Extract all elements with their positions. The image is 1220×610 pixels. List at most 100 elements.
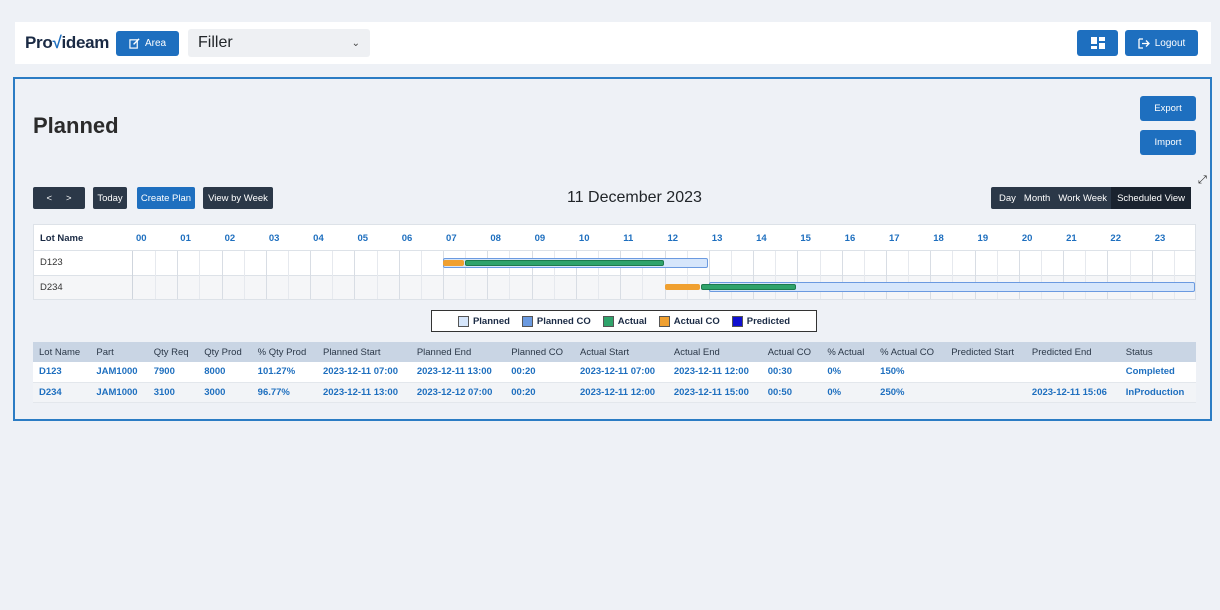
gantt-header: Lot Name 00 01 02 03 04 05 06 07 08 09 10 11 12 13 14 1… bbox=[34, 225, 1195, 251]
grid-line bbox=[155, 251, 157, 299]
provideam-logo[interactable]: Pro√ideam bbox=[25, 33, 109, 53]
table-cell bbox=[945, 362, 1026, 383]
table-cell: 3000 bbox=[198, 382, 252, 403]
table-cell: 96.77% bbox=[251, 382, 317, 403]
table-cell: 2023-12-11 12:00 bbox=[667, 362, 762, 383]
table-body: D123 JAM1000 7900 8000 101.27% 2023-12-11 07:… bbox=[33, 362, 1196, 403]
hour-label: 10 bbox=[578, 233, 590, 244]
legend-label: Predicted bbox=[746, 315, 791, 327]
legend-swatch bbox=[602, 315, 614, 327]
logout-label: Logout bbox=[1154, 37, 1186, 49]
legend-item: Predicted bbox=[731, 315, 791, 327]
view-day[interactable]: Day bbox=[991, 187, 1020, 209]
table-column-header[interactable]: Planned End bbox=[410, 342, 506, 362]
legend-label: Planned bbox=[472, 315, 510, 327]
view-by-week-button[interactable]: View by Week bbox=[203, 187, 273, 209]
table-cell: 2023-12-11 12:00 bbox=[574, 382, 668, 403]
grid-line bbox=[243, 251, 245, 299]
hour-label: 17 bbox=[888, 233, 900, 244]
table-column-header[interactable]: Planned Start bbox=[316, 342, 411, 362]
table-column-header[interactable]: Status bbox=[1119, 342, 1196, 362]
lots-table: Lot Name Part Qty Req Qty Prod% Qty Prod Pla… bbox=[33, 342, 1196, 403]
hour-label: 08 bbox=[490, 233, 501, 244]
grid-line bbox=[265, 251, 267, 299]
hour-label: 01 bbox=[180, 233, 191, 244]
legend-label: Actual bbox=[617, 315, 647, 327]
actual-co-bar[interactable] bbox=[664, 284, 701, 290]
hour-label: 13 bbox=[711, 233, 723, 244]
table-column-header[interactable]: Actual End bbox=[667, 342, 762, 362]
grid-line bbox=[199, 251, 201, 299]
actual-bar[interactable] bbox=[701, 284, 797, 290]
hour-label: 23 bbox=[1154, 233, 1166, 244]
table-column-header[interactable]: % Actual bbox=[821, 342, 875, 362]
view-work-week[interactable]: Work Week bbox=[1054, 187, 1111, 209]
dashboard-button[interactable] bbox=[1077, 30, 1118, 56]
table-column-header[interactable]: Qty Req bbox=[147, 342, 199, 362]
hour-label: 00 bbox=[136, 233, 147, 244]
table-column-header[interactable]: % Qty Prod bbox=[251, 342, 317, 362]
logout-icon bbox=[1138, 37, 1150, 49]
legend-swatch bbox=[658, 315, 670, 327]
table-column-header[interactable]: Planned CO bbox=[505, 342, 575, 362]
legend-item: Planned CO bbox=[521, 315, 591, 327]
table-cell: 00:20 bbox=[505, 382, 575, 403]
table-cell: JAM1000 bbox=[90, 382, 148, 403]
table-cell: D234 bbox=[33, 382, 91, 403]
area-select-value: Filler bbox=[198, 34, 233, 51]
legend-label: Planned CO bbox=[536, 315, 591, 327]
table-column-header[interactable]: Actual Start bbox=[574, 342, 668, 362]
table-column-header[interactable]: Actual CO bbox=[761, 342, 822, 362]
table-row[interactable]: D123 JAM1000 7900 8000 101.27% 2023-12-11 07:… bbox=[33, 362, 1196, 383]
table-cell: 7900 bbox=[147, 362, 199, 383]
table-cell: InProduction bbox=[1119, 382, 1196, 403]
table-column-header[interactable]: Predicted Start bbox=[945, 342, 1026, 362]
table-cell: 0% bbox=[821, 382, 875, 403]
hour-label: 15 bbox=[800, 233, 811, 244]
prev-button[interactable]: < bbox=[46, 193, 52, 204]
create-plan-button[interactable]: Create Plan bbox=[137, 187, 195, 209]
table-column-header[interactable]: % Actual CO bbox=[874, 342, 946, 362]
legend-item: Planned bbox=[457, 315, 510, 327]
view-switcher: Day Month Work Week Scheduled View bbox=[991, 187, 1192, 209]
table-cell: D123 bbox=[33, 362, 91, 383]
table-cell: 2023-12-11 15:00 bbox=[667, 382, 762, 403]
hour-label: 05 bbox=[357, 233, 369, 244]
gantt-row-name: D123 bbox=[40, 257, 63, 268]
hour-label: 11 bbox=[623, 233, 634, 244]
actual-co-bar[interactable] bbox=[443, 260, 465, 266]
table-cell: 2023-12-11 07:00 bbox=[316, 362, 411, 383]
table-column-header[interactable]: Predicted End bbox=[1025, 342, 1120, 362]
legend-label: Actual CO bbox=[673, 315, 720, 327]
today-button[interactable]: Today bbox=[93, 187, 127, 209]
grid-line bbox=[177, 251, 179, 299]
top-header: Pro√ideam Area Filler ⌄ Logout bbox=[15, 22, 1211, 64]
view-month[interactable]: Month bbox=[1020, 187, 1054, 209]
hour-label: 02 bbox=[224, 233, 236, 244]
next-button[interactable]: > bbox=[66, 193, 72, 204]
grid-line bbox=[376, 251, 378, 299]
actual-bar[interactable] bbox=[465, 260, 664, 266]
area-button[interactable]: Area bbox=[116, 31, 179, 56]
view-scheduled[interactable]: Scheduled View bbox=[1111, 187, 1192, 209]
hour-label: 20 bbox=[1021, 233, 1033, 244]
export-button[interactable]: Export bbox=[1140, 96, 1196, 121]
table-cell: 2023-12-12 07:00 bbox=[410, 382, 506, 403]
hour-label: 18 bbox=[933, 233, 944, 244]
legend-item: Actual CO bbox=[658, 315, 720, 327]
table-cell: 00:50 bbox=[761, 382, 822, 403]
table-column-header[interactable]: Lot Name bbox=[33, 342, 91, 362]
grid-line bbox=[332, 251, 334, 299]
import-button[interactable]: Import bbox=[1140, 130, 1196, 155]
table-header-row: Lot Name Part Qty Req Qty Prod% Qty Prod Pla… bbox=[33, 342, 1196, 362]
table-column-header[interactable]: Part bbox=[90, 342, 148, 362]
hour-label: 16 bbox=[844, 233, 856, 244]
table-cell: 150% bbox=[874, 362, 946, 383]
table-row[interactable]: D234 JAM1000 3100 3000 96.77% 2023-12-11 13:0… bbox=[33, 382, 1196, 403]
edit-icon bbox=[129, 38, 140, 49]
gantt-legend: Planned Planned CO Actual Actual CO Predicte… bbox=[431, 310, 817, 332]
expand-icon[interactable]: ⤢ bbox=[1198, 174, 1207, 187]
logout-button[interactable]: Logout bbox=[1125, 30, 1198, 56]
table-column-header[interactable]: Qty Prod bbox=[198, 342, 252, 362]
area-select[interactable]: Filler ⌄ bbox=[188, 29, 370, 57]
